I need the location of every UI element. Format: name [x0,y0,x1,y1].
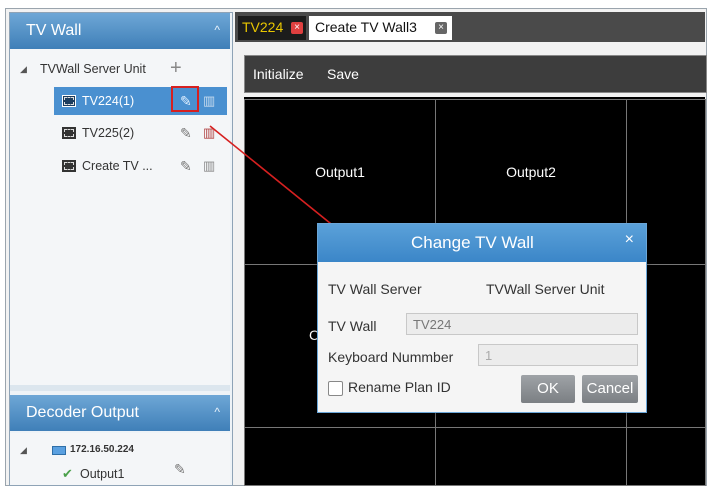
keyboard-number-label: Keyboard Nummber [328,349,454,365]
tv-wall-name-field[interactable]: TV224 [406,313,638,335]
annotation-arrow-line [209,125,347,237]
rename-plan-id-checkbox[interactable] [328,381,343,396]
tv-wall-server-label: TV Wall Server [328,281,422,297]
cancel-button[interactable]: Cancel [582,375,638,403]
dialog-header: Change TV Wall × [318,224,646,262]
keyboard-number-field[interactable]: 1 [478,344,638,366]
ok-button[interactable]: OK [521,375,575,403]
rename-plan-id-label: Rename Plan ID [348,379,451,395]
close-icon[interactable]: × [625,231,634,249]
change-tv-wall-dialog: Change TV Wall × TV Wall Server TVWall S… [317,223,647,413]
tv-wall-server-value: TVWall Server Unit [486,281,605,297]
dialog-title: Change TV Wall [411,233,534,252]
tv-wall-label: TV Wall [328,318,377,334]
